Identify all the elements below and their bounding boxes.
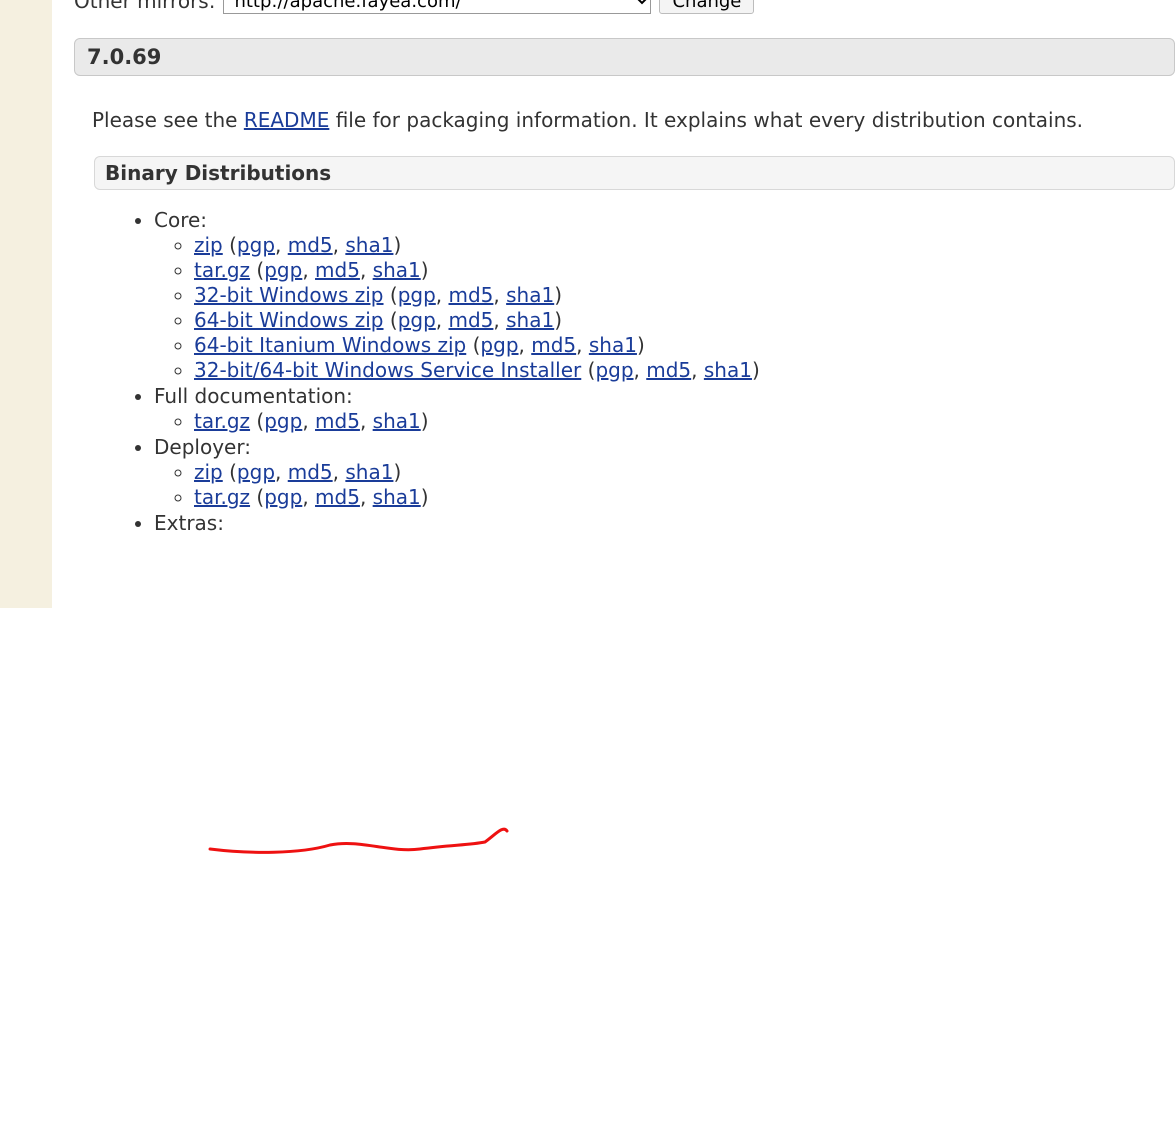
download-link[interactable]: zip bbox=[194, 460, 223, 484]
extras-section: Extras: bbox=[154, 511, 1175, 535]
pgp-link[interactable]: pgp bbox=[237, 233, 275, 257]
md5-link[interactable]: md5 bbox=[288, 460, 333, 484]
pgp-link[interactable]: pgp bbox=[264, 485, 302, 509]
page-content: Other mirrors: http://apache.fayea.com/ … bbox=[0, 0, 1175, 535]
pgp-link[interactable]: pgp bbox=[237, 460, 275, 484]
list-item: 64-bit Windows zip (pgp, md5, sha1) bbox=[194, 308, 1175, 332]
md5-link[interactable]: md5 bbox=[315, 485, 360, 509]
pgp-link[interactable]: pgp bbox=[264, 409, 302, 433]
pgp-link[interactable]: pgp bbox=[264, 258, 302, 282]
list-item: 64-bit Itanium Windows zip (pgp, md5, sh… bbox=[194, 333, 1175, 357]
deployer-label: Deployer: bbox=[154, 435, 251, 459]
version-heading: 7.0.69 bbox=[74, 38, 1175, 76]
binary-distributions-heading: Binary Distributions bbox=[94, 156, 1175, 190]
md5-link[interactable]: md5 bbox=[288, 233, 333, 257]
md5-link[interactable]: md5 bbox=[531, 333, 576, 357]
core-label: Core: bbox=[154, 208, 207, 232]
sha1-link[interactable]: sha1 bbox=[589, 333, 637, 357]
mirror-label: Other mirrors: bbox=[74, 0, 215, 13]
sha1-link[interactable]: sha1 bbox=[506, 283, 554, 307]
download-link[interactable]: 32-bit Windows zip bbox=[194, 283, 384, 307]
sha1-link[interactable]: sha1 bbox=[345, 233, 393, 257]
pgp-link[interactable]: pgp bbox=[398, 283, 436, 307]
pgp-link[interactable]: pgp bbox=[398, 308, 436, 332]
md5-link[interactable]: md5 bbox=[646, 358, 691, 382]
change-button[interactable]: Change bbox=[659, 0, 754, 14]
fulldoc-section: Full documentation: tar.gz (pgp, md5, sh… bbox=[154, 384, 1175, 433]
sha1-link[interactable]: sha1 bbox=[704, 358, 752, 382]
deployer-list: zip (pgp, md5, sha1)tar.gz (pgp, md5, sh… bbox=[154, 460, 1175, 509]
sha1-link[interactable]: sha1 bbox=[345, 460, 393, 484]
download-link[interactable]: 64-bit Windows zip bbox=[194, 308, 384, 332]
intro-prefix: Please see the bbox=[92, 108, 244, 132]
extras-label: Extras: bbox=[154, 511, 224, 535]
sha1-link[interactable]: sha1 bbox=[373, 485, 421, 509]
fulldoc-list: tar.gz (pgp, md5, sha1) bbox=[154, 409, 1175, 433]
list-item: zip (pgp, md5, sha1) bbox=[194, 233, 1175, 257]
distribution-sections: Core: zip (pgp, md5, sha1)tar.gz (pgp, m… bbox=[114, 208, 1175, 535]
list-item: tar.gz (pgp, md5, sha1) bbox=[194, 485, 1175, 509]
deployer-section: Deployer: zip (pgp, md5, sha1)tar.gz (pg… bbox=[154, 435, 1175, 509]
list-item: 32-bit Windows zip (pgp, md5, sha1) bbox=[194, 283, 1175, 307]
sha1-link[interactable]: sha1 bbox=[373, 409, 421, 433]
intro-suffix: file for packaging information. It expla… bbox=[329, 108, 1083, 132]
mirror-bar: Other mirrors: http://apache.fayea.com/ … bbox=[74, 0, 1175, 14]
readme-link[interactable]: README bbox=[244, 108, 330, 132]
md5-link[interactable]: md5 bbox=[315, 409, 360, 433]
intro-text: Please see the README file for packaging… bbox=[92, 108, 1175, 132]
pgp-link[interactable]: pgp bbox=[595, 358, 633, 382]
md5-link[interactable]: md5 bbox=[449, 283, 494, 307]
download-link[interactable]: tar.gz bbox=[194, 485, 250, 509]
mirror-select[interactable]: http://apache.fayea.com/ bbox=[223, 0, 651, 14]
download-link[interactable]: tar.gz bbox=[194, 258, 250, 282]
sha1-link[interactable]: sha1 bbox=[373, 258, 421, 282]
download-link[interactable]: tar.gz bbox=[194, 409, 250, 433]
list-item: 32-bit/64-bit Windows Service Installer … bbox=[194, 358, 1175, 382]
fulldoc-label: Full documentation: bbox=[154, 384, 353, 408]
sha1-link[interactable]: sha1 bbox=[506, 308, 554, 332]
md5-link[interactable]: md5 bbox=[315, 258, 360, 282]
md5-link[interactable]: md5 bbox=[449, 308, 494, 332]
core-list: zip (pgp, md5, sha1)tar.gz (pgp, md5, sh… bbox=[154, 233, 1175, 382]
download-link[interactable]: zip bbox=[194, 233, 223, 257]
download-link[interactable]: 64-bit Itanium Windows zip bbox=[194, 333, 466, 357]
core-section: Core: zip (pgp, md5, sha1)tar.gz (pgp, m… bbox=[154, 208, 1175, 382]
list-item: tar.gz (pgp, md5, sha1) bbox=[194, 258, 1175, 282]
pgp-link[interactable]: pgp bbox=[480, 333, 518, 357]
list-item: zip (pgp, md5, sha1) bbox=[194, 460, 1175, 484]
annotation-stroke bbox=[0, 537, 1175, 1145]
download-link[interactable]: 32-bit/64-bit Windows Service Installer bbox=[194, 358, 581, 382]
list-item: tar.gz (pgp, md5, sha1) bbox=[194, 409, 1175, 433]
